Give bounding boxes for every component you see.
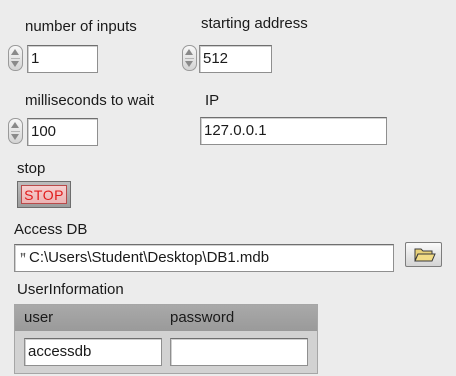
starting-address-stepper[interactable] [182, 45, 197, 71]
folder-open-icon [414, 248, 436, 262]
milliseconds-to-wait-control[interactable]: 100 [8, 114, 98, 146]
milliseconds-to-wait-label: milliseconds to wait [25, 92, 155, 109]
starting-address-field[interactable]: 512 [199, 45, 272, 73]
cluster-header [15, 305, 317, 331]
number-of-inputs-control[interactable]: 1 [8, 41, 98, 73]
ip-field[interactable]: 127.0.0.1 [200, 117, 387, 145]
user-field[interactable]: accessdb [24, 338, 162, 366]
number-of-inputs-field[interactable]: 1 [27, 45, 98, 73]
access-db-label: Access DB [14, 221, 88, 238]
path-icon: ꟸ [19, 252, 27, 264]
increment-arrow-icon[interactable] [185, 49, 193, 55]
decrement-arrow-icon[interactable] [11, 61, 19, 67]
password-field[interactable] [170, 338, 308, 366]
starting-address-control[interactable]: 512 [182, 41, 272, 73]
increment-arrow-icon[interactable] [11, 122, 19, 128]
starting-address-label: starting address [201, 15, 308, 32]
milliseconds-to-wait-stepper[interactable] [8, 118, 23, 144]
password-label: password [170, 309, 235, 326]
decrement-arrow-icon[interactable] [11, 134, 19, 140]
milliseconds-to-wait-field[interactable]: 100 [27, 118, 98, 146]
access-db-path-text: C:\Users\Student\Desktop\DB1.mdb [29, 249, 270, 266]
stop-button-text: STOP [21, 185, 67, 204]
user-information-cluster: user password accessdb [14, 304, 318, 374]
ip-label: IP [205, 92, 220, 109]
browse-button[interactable] [405, 242, 442, 267]
stop-label: stop [17, 160, 46, 177]
access-db-path-field[interactable]: ꟸ C:\Users\Student\Desktop\DB1.mdb [14, 244, 394, 272]
increment-arrow-icon[interactable] [11, 49, 19, 55]
number-of-inputs-label: number of inputs [25, 18, 137, 35]
number-of-inputs-stepper[interactable] [8, 45, 23, 71]
decrement-arrow-icon[interactable] [185, 61, 193, 67]
user-label: user [24, 309, 54, 326]
stop-button[interactable]: STOP [17, 181, 71, 208]
user-information-label: UserInformation [17, 281, 124, 298]
